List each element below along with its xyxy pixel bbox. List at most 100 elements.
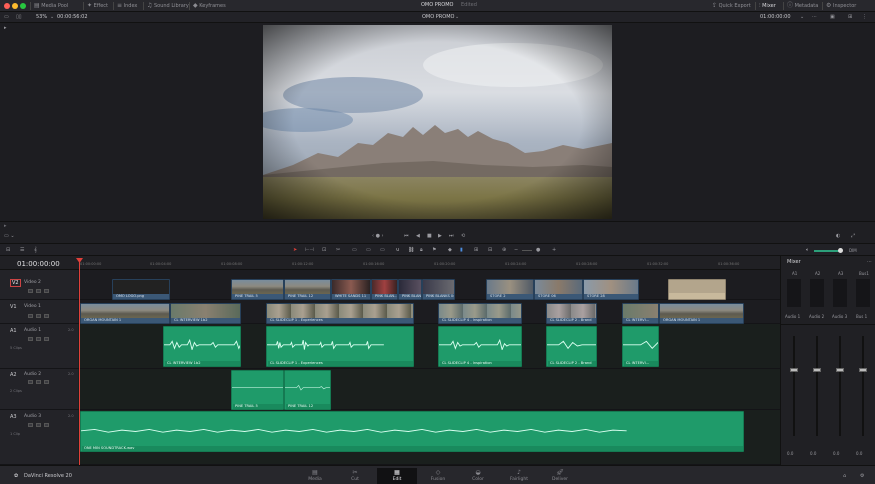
track-header-v2[interactable]: V2 Video 2 <box>0 270 78 300</box>
track-header-a3[interactable]: A3 Audio 3 2.0 1 Clip <box>0 410 78 465</box>
video-clip-v1[interactable]: CL SLIDECLIP 4 - Inspiration <box>438 303 522 324</box>
marker-color-icon[interactable]: ▮ <box>460 247 463 253</box>
audio-clip-a2[interactable]: PINE TRAIL 12 <box>284 370 331 410</box>
viewer-overlay-icon[interactable]: ▭ ⌄ <box>4 233 15 239</box>
track-name-a2[interactable]: Audio 2 <box>24 372 41 377</box>
zoom-window-icon[interactable] <box>20 3 26 9</box>
video-clip-v2[interactable]: STORE 28 <box>583 279 639 300</box>
go-to-end-icon[interactable]: ⏭ <box>449 233 454 239</box>
topbar-keyframes-button[interactable]: ◆ Keyframes <box>193 2 226 10</box>
video-clip-v1[interactable]: CL INTERVI... <box>622 303 659 324</box>
timeline-name-chevron-icon[interactable]: ⌄ <box>455 14 459 20</box>
fader-track-a1[interactable] <box>793 336 795 436</box>
video-clip-v1[interactable]: CL SLIDECLIP 1 - Experiences <box>266 303 414 324</box>
overwrite-clip-icon[interactable]: ▭ <box>366 247 371 253</box>
topbar-quick-export-button[interactable]: ⇪ Quick Export <box>712 2 751 10</box>
title-clip-v2[interactable] <box>668 279 726 300</box>
track-name-v1[interactable]: Video 1 <box>24 304 41 309</box>
blade-tool-icon[interactable]: ✂ <box>336 247 340 253</box>
page-cut-button[interactable]: ✂ Cut <box>335 468 375 484</box>
page-deliver-button[interactable]: 🚀︎ Deliver <box>540 468 580 484</box>
page-media-button[interactable]: ▤ Media <box>295 468 335 484</box>
rewind-icon[interactable]: ◀ <box>416 233 420 239</box>
dynamic-trim-icon[interactable]: ⊡ <box>322 247 326 253</box>
disable-track-icon[interactable] <box>44 289 49 293</box>
audio-clip-a1[interactable]: CL SLIDECLIP 2 - Brand <box>546 326 597 367</box>
mute-track-icon[interactable] <box>44 380 49 384</box>
timeline-name-select[interactable]: OMO PROMO <box>422 14 454 20</box>
video-clip-v2[interactable]: PINE TRAIL 5 <box>231 279 284 300</box>
video-clip-v1[interactable]: CL SLIDECLIP 2 - Brand <box>546 303 597 324</box>
page-fairlight-button[interactable]: ♪ Fairlight <box>499 468 539 484</box>
viewer-mode-icon[interactable]: ▣ <box>830 14 835 20</box>
timeline-ruler[interactable]: 01:00:00:00 01:00:04:00 01:00:08:00 01:0… <box>78 256 780 270</box>
page-color-button[interactable]: ◒ Color <box>458 468 498 484</box>
viewer-settings-icon[interactable]: ⋮ <box>862 14 867 20</box>
go-to-start-icon[interactable]: ⏮ <box>404 233 409 239</box>
zoom-knob-icon[interactable]: ● <box>536 247 540 253</box>
home-icon[interactable]: ⌂ <box>843 473 846 479</box>
topbar-sound-library-button[interactable]: ♫ Sound Library <box>147 2 189 10</box>
fader-knob-bus1[interactable] <box>859 368 867 372</box>
audio-clip-a2[interactable]: PINE TRAIL 5 <box>231 370 284 410</box>
audio-clip-a1[interactable]: CL INTERVI... <box>622 326 659 367</box>
topbar-inspector-button[interactable]: ⚙ Inspector <box>826 2 856 10</box>
viewer-marker-icon[interactable]: ▸ <box>4 25 7 31</box>
zoom-to-fit-icon[interactable]: ⊞ <box>474 247 478 253</box>
zoom-in-icon[interactable]: + <box>552 247 556 253</box>
fader-track-bus1[interactable] <box>862 336 864 436</box>
topbar-index-button[interactable]: ≡ Index <box>117 2 137 10</box>
link-icon[interactable]: ⛓ <box>408 247 414 253</box>
insert-clip-icon[interactable]: ▭ <box>352 247 357 253</box>
video-clip-v1[interactable]: ORGAN MOUNTAIN 1 <box>659 303 744 324</box>
flag-icon[interactable]: ⚑ <box>432 247 436 253</box>
marker-icon[interactable]: ◆ <box>448 247 452 253</box>
video-clip-v1[interactable]: ORGAN MOUNTAIN 1 <box>80 303 170 324</box>
viewer-zoom-select[interactable]: 53% <box>36 14 47 20</box>
replace-clip-icon[interactable]: ▭ <box>380 247 385 253</box>
zoom-slider[interactable] <box>522 250 532 251</box>
viewer-more-icon[interactable]: ⋯ <box>812 14 817 20</box>
track-header-v1[interactable]: V1 Video 1 <box>0 300 78 324</box>
timeline-timecode[interactable]: 01:00:00:00 <box>17 260 60 268</box>
zoom-out-icon[interactable]: − <box>514 247 518 253</box>
page-edit-button[interactable]: ▦ Edit <box>377 468 417 484</box>
mixer-options-icon[interactable]: ⋯ <box>867 259 872 265</box>
track-header-a2[interactable]: A2 Audio 2 2.0 2 Clips <box>0 369 78 410</box>
fader-knob-a2[interactable] <box>813 368 821 372</box>
audio-clip-a1[interactable]: CL INTERVIEW 1b2 <box>163 326 241 367</box>
video-clip-v2[interactable]: OMO LOGO.png <box>112 279 170 300</box>
lock-track-icon[interactable] <box>28 380 33 384</box>
video-clip-v2[interactable]: PINK BLANK... <box>398 279 422 300</box>
lock-track-icon[interactable] <box>28 289 33 293</box>
track-name-a3[interactable]: Audio 3 <box>24 414 41 419</box>
video-clip-v2[interactable]: STORE 2 <box>486 279 534 300</box>
timeline-view-options-icon[interactable]: ⊟ <box>6 247 10 253</box>
track-id-a3[interactable]: A3 <box>10 414 17 420</box>
lock-track-icon[interactable] <box>28 337 33 341</box>
video-clip-v1[interactable]: CL INTERVIEW 1b2 <box>170 303 241 324</box>
dim-label[interactable]: DIM <box>849 248 857 253</box>
audio-clip-a1[interactable]: CL SLIDECLIP 4 - Inspiration <box>438 326 522 367</box>
selection-tool-icon[interactable]: ➤ <box>293 247 297 253</box>
track-lane-a2[interactable] <box>78 369 780 410</box>
auto-select-icon[interactable] <box>36 289 41 293</box>
viewer-options-icon[interactable]: ⌄ <box>800 14 804 20</box>
disable-track-icon[interactable] <box>44 314 49 318</box>
track-id-a1[interactable]: A1 <box>10 328 17 334</box>
viewer-grid-icon[interactable]: ⊞ <box>848 14 852 20</box>
solo-track-icon[interactable] <box>36 380 41 384</box>
page-fusion-button[interactable]: ◇ Fusion <box>418 468 458 484</box>
jog-icon[interactable]: ‹ ● › <box>372 233 384 239</box>
volume-knob[interactable] <box>838 248 843 253</box>
playhead-line[interactable] <box>79 259 80 465</box>
match-frame-icon[interactable]: ◐ <box>836 233 840 239</box>
snapping-icon[interactable]: ∪ <box>396 247 400 253</box>
mute-track-icon[interactable] <box>44 337 49 341</box>
zoom-chevron-icon[interactable]: ⌄ <box>50 14 54 20</box>
full-screen-icon[interactable]: ⤢ <box>851 233 855 239</box>
stop-icon[interactable]: ■ <box>427 233 432 239</box>
position-lock-icon[interactable]: 🔒︎ <box>420 247 423 253</box>
fader-knob-a1[interactable] <box>790 368 798 372</box>
solo-track-icon[interactable] <box>36 423 41 427</box>
